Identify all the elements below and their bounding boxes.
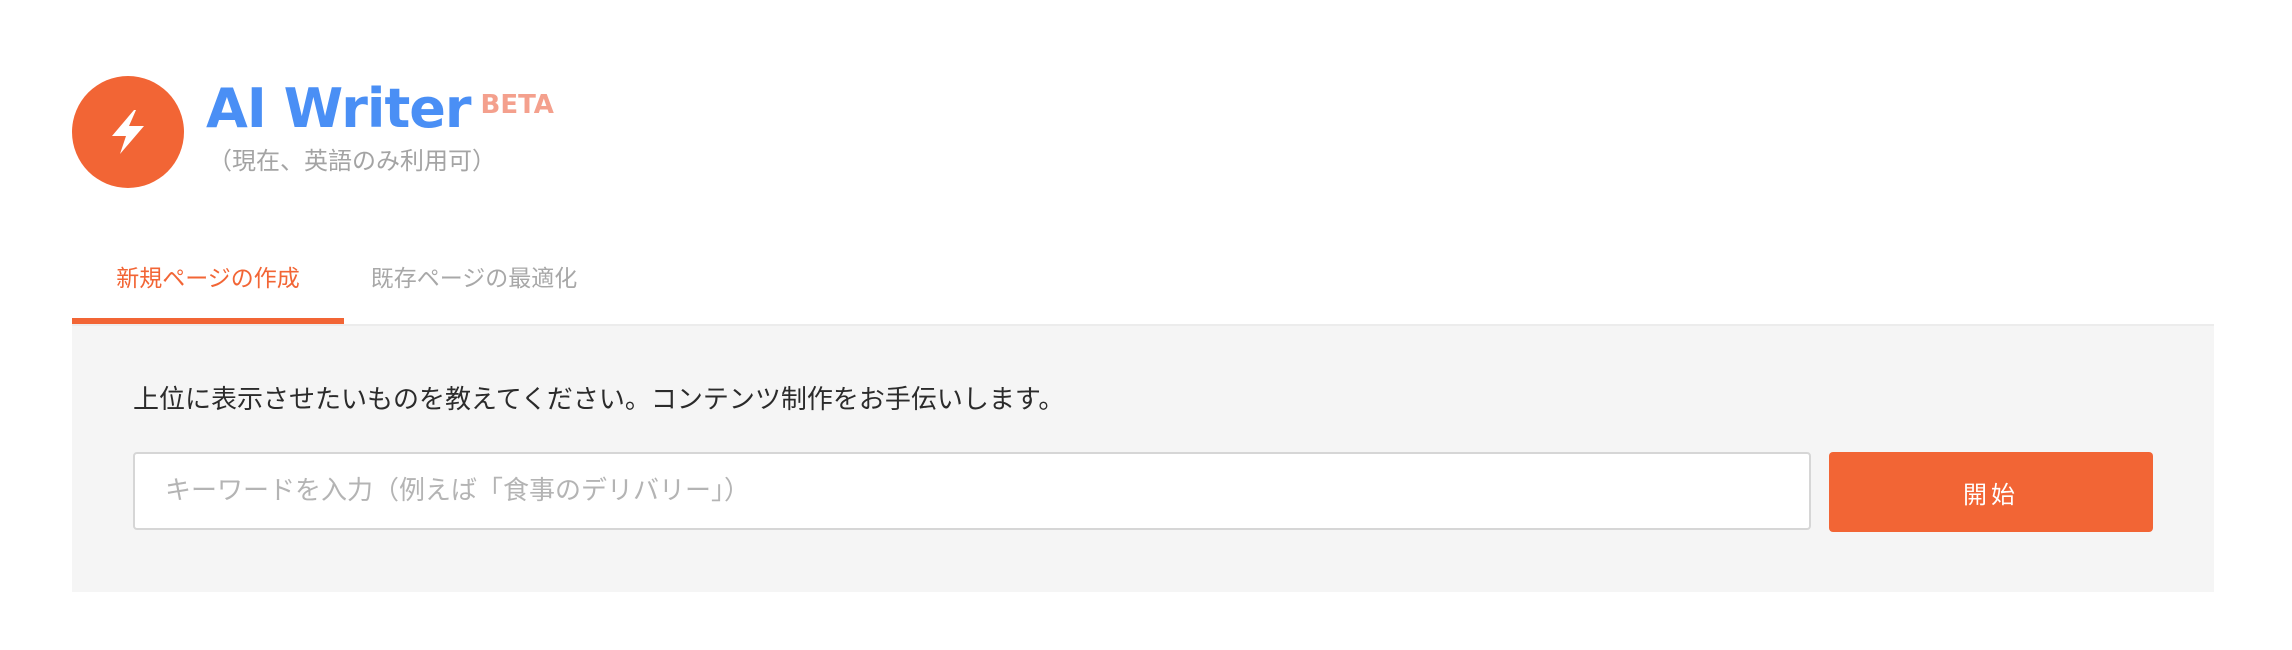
tab-bar: 新規ページの作成 既存ページの最適化 — [72, 248, 2214, 326]
tab-create-new-page[interactable]: 新規ページの作成 — [72, 248, 344, 324]
ai-writer-logo — [72, 76, 184, 188]
beta-badge: BETA — [480, 90, 554, 120]
ai-writer-page: AI Writer BETA （現在、英語のみ利用可） 新規ページの作成 既存ペ… — [0, 0, 2292, 650]
availability-note: （現在、英語のみ利用可） — [208, 147, 496, 175]
start-button[interactable]: 開始 — [1829, 452, 2153, 532]
tab-optimize-existing-page[interactable]: 既存ページの最適化 — [344, 248, 604, 324]
keyword-input[interactable] — [133, 452, 1811, 530]
keyword-panel: 上位に表示させたいものを教えてください。コンテンツ制作をお手伝いします。 開始 — [72, 326, 2214, 592]
app-title: AI Writer — [206, 77, 472, 140]
lightning-bolt-icon — [112, 110, 144, 154]
instruction-text: 上位に表示させたいものを教えてください。コンテンツ制作をお手伝いします。 — [133, 385, 1065, 415]
title-row: AI Writer BETA — [206, 74, 554, 144]
